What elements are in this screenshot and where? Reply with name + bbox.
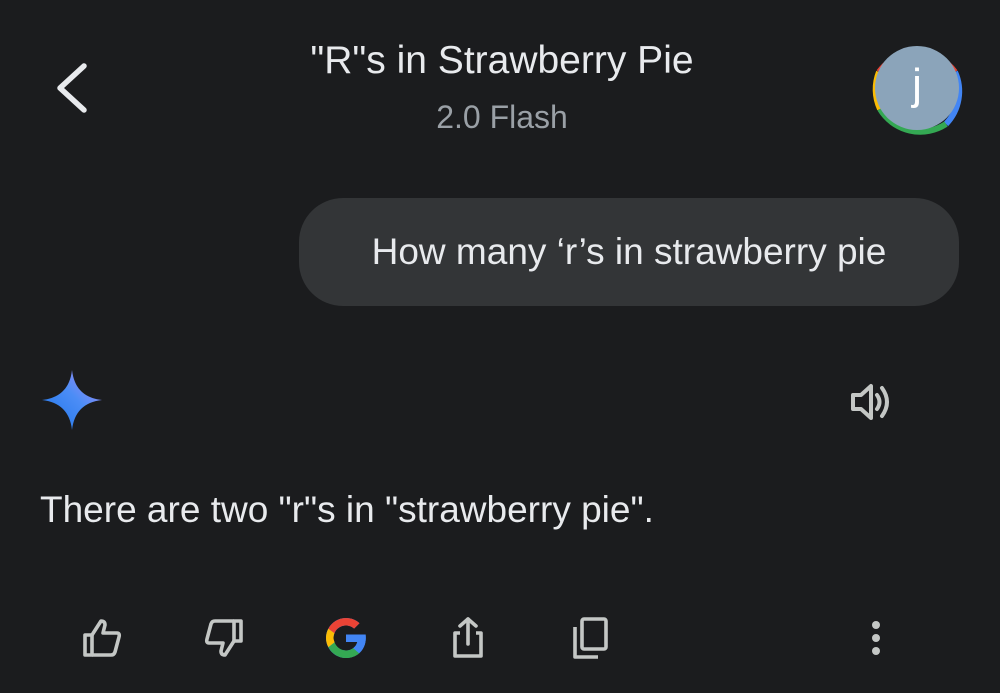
conversation-title: "R"s in Strawberry Pie bbox=[310, 39, 694, 82]
chevron-left-icon bbox=[57, 63, 87, 113]
account-avatar[interactable]: j bbox=[866, 37, 968, 139]
more-vert-icon bbox=[872, 621, 880, 655]
speaker-icon bbox=[851, 384, 889, 420]
share-button[interactable] bbox=[440, 610, 496, 666]
user-message-text: How many ‘r’s in strawberry pie bbox=[371, 231, 887, 272]
share-icon bbox=[453, 617, 483, 658]
gemini-sparkle-icon bbox=[40, 368, 104, 432]
model-name: 2.0 Flash bbox=[436, 99, 568, 135]
more-options-button[interactable] bbox=[848, 610, 904, 666]
user-message-bubble: How many ‘r’s in strawberry pie bbox=[299, 198, 959, 306]
thumbs-up-icon bbox=[83, 619, 122, 657]
thumbs-down-icon bbox=[204, 619, 243, 657]
copy-button[interactable] bbox=[562, 610, 618, 666]
assistant-response: There are two "r"s in "strawberry pie". bbox=[40, 489, 654, 530]
google-search-button[interactable] bbox=[318, 610, 374, 666]
header-title-block: "R"s in Strawberry Pie 2.0 Flash bbox=[200, 38, 804, 136]
copy-icon bbox=[573, 617, 608, 659]
thumbs-down-button[interactable] bbox=[196, 610, 252, 666]
chat-screen: "R"s in Strawberry Pie 2.0 Flash j How m… bbox=[0, 0, 1000, 693]
thumbs-up-button[interactable] bbox=[74, 610, 130, 666]
avatar-initial: j bbox=[875, 46, 959, 130]
back-button[interactable] bbox=[40, 52, 104, 124]
google-g-icon bbox=[326, 618, 366, 658]
read-aloud-button[interactable] bbox=[842, 372, 902, 432]
